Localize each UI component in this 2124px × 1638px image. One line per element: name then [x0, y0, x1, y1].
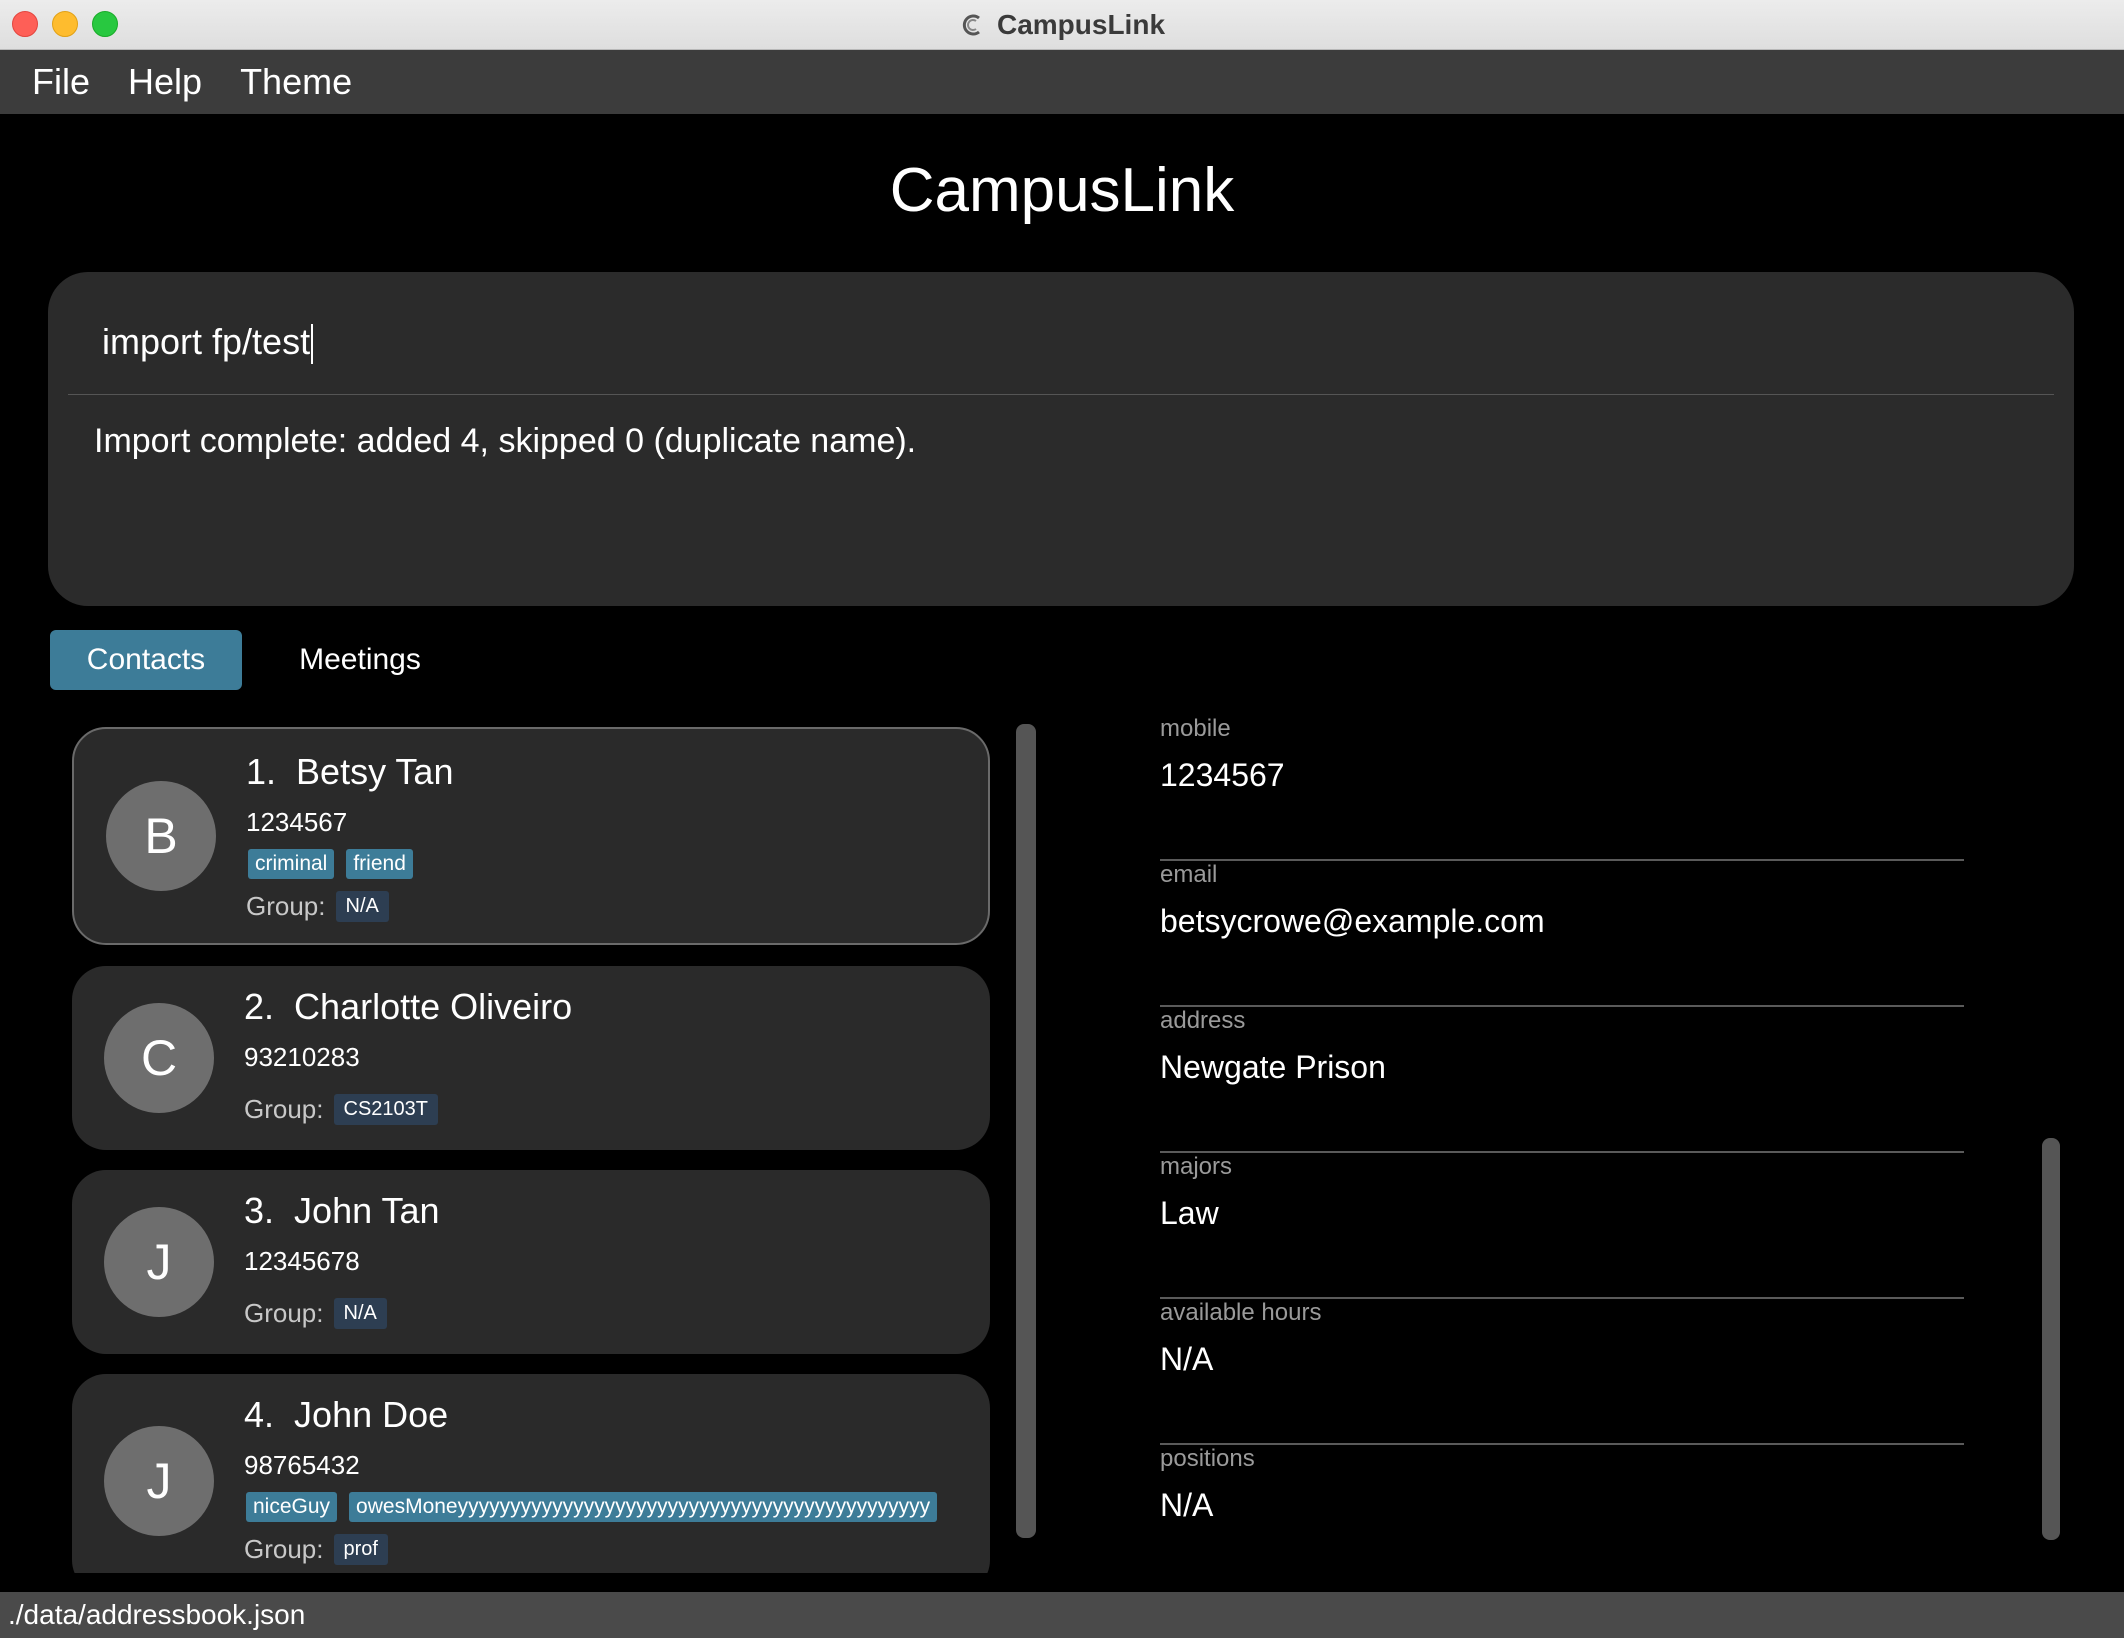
contact-list-scrollbar[interactable] — [1016, 724, 1036, 1538]
group-row: Group: N/A — [244, 1298, 387, 1329]
detail-address: address Newgate Prison — [1160, 1007, 1964, 1153]
avatar: J — [104, 1426, 214, 1536]
group-label: Group: — [244, 1298, 324, 1328]
contact-index: 2. — [244, 986, 275, 1027]
tag: friend — [346, 849, 413, 879]
avatar: C — [104, 1003, 214, 1113]
contact-index: 1. — [246, 751, 277, 792]
command-result: Import complete: added 4, skipped 0 (dup… — [94, 422, 917, 460]
contact-name: 2. Charlotte Oliveiro — [244, 986, 572, 1028]
group-tag: CS2103T — [333, 1094, 438, 1125]
contact-name: 3. John Tan — [244, 1190, 440, 1232]
tab-meetings[interactable]: Meetings — [272, 630, 448, 690]
contact-name-text: John Tan — [294, 1190, 440, 1231]
detail-available-hours: available hours N/A — [1160, 1299, 1964, 1445]
tag: niceGuy — [246, 1492, 338, 1522]
field-label: majors — [1160, 1153, 1233, 1180]
contact-phone: 12345678 — [244, 1246, 360, 1276]
app-heading: CampusLink — [889, 156, 1235, 225]
detail-mobile: mobile 1234567 — [1160, 715, 1964, 861]
contact-phone: 93210283 — [244, 1042, 360, 1072]
field-value: N/A — [1160, 1487, 1214, 1523]
command-panel: import fp/test Import complete: added 4,… — [48, 272, 2074, 606]
data-file-path: ./data/addressbook.json — [8, 1599, 306, 1630]
group-tag: prof — [333, 1534, 388, 1565]
app-logo-icon — [962, 14, 980, 36]
title-bar: CampusLink — [0, 0, 2124, 50]
field-label: available hours — [1160, 1299, 1322, 1326]
detail-positions: positions N/A — [1160, 1445, 1964, 1591]
group-row: Group: prof — [244, 1534, 388, 1565]
field-label: address — [1160, 1007, 1246, 1034]
details-scrollbar[interactable] — [2042, 1138, 2060, 1540]
contact-name-text: John Doe — [294, 1394, 449, 1435]
tag-row: criminal friend — [248, 849, 413, 879]
field-label: email — [1160, 861, 1218, 888]
contact-card[interactable]: B 1. Betsy Tan 1234567 criminal friend G… — [72, 727, 990, 945]
group-label: Group: — [244, 1094, 324, 1124]
group-tag: N/A — [333, 1298, 387, 1329]
detail-email: email betsycrowe@example.com — [1160, 861, 1964, 1007]
contact-name: 1. Betsy Tan — [246, 751, 453, 793]
tag: owesMoneyyyyyyyyyyyyyyyyyyyyyyyyyyyyyyyy… — [349, 1492, 938, 1522]
contact-name-text: Charlotte Oliveiro — [294, 986, 573, 1027]
contact-name: 4. John Doe — [244, 1394, 448, 1436]
field-value: betsycrowe@example.com — [1160, 903, 1545, 939]
window-title-wrap: CampusLink — [0, 0, 2124, 50]
contact-card[interactable]: J 4. John Doe 98765432 niceGuy owesMoney… — [72, 1374, 990, 1573]
window-title: CampusLink — [996, 9, 1166, 40]
detail-majors: majors Law — [1160, 1153, 1964, 1299]
tag-row: niceGuy owesMoneyyyyyyyyyyyyyyyyyyyyyyyy… — [246, 1492, 938, 1522]
avatar: B — [106, 781, 216, 891]
tab-contacts[interactable]: Contacts — [50, 630, 242, 690]
group-label: Group: — [244, 1534, 324, 1564]
field-label: mobile — [1160, 715, 1231, 742]
tag: criminal — [248, 849, 335, 879]
contact-index: 3. — [244, 1190, 275, 1231]
contact-list[interactable]: B 1. Betsy Tan 1234567 criminal friend G… — [70, 725, 990, 1573]
field-value: N/A — [1160, 1341, 1214, 1377]
menu-theme[interactable]: Theme — [240, 61, 352, 103]
field-value: Law — [1160, 1195, 1219, 1231]
command-input[interactable]: import fp/test — [102, 312, 2002, 372]
app-window: CampusLink File Help Theme CampusLink im… — [0, 0, 2124, 1638]
contact-card[interactable]: C 2. Charlotte Oliveiro 93210283 Group: … — [72, 966, 990, 1150]
field-label: positions — [1160, 1445, 1255, 1472]
menu-bar: File Help Theme — [0, 50, 2124, 114]
contact-details: mobile 1234567 email betsycrowe@example.… — [1160, 715, 1964, 1591]
group-label: Group: — [246, 891, 326, 921]
avatar: J — [104, 1207, 214, 1317]
group-row: Group: CS2103T — [244, 1094, 438, 1125]
menu-help[interactable]: Help — [128, 61, 202, 103]
contact-index: 4. — [244, 1394, 275, 1435]
status-bar: ./data/addressbook.json — [0, 1592, 2124, 1638]
contact-phone: 1234567 — [246, 807, 348, 837]
contact-card[interactable]: J 3. John Tan 12345678 Group: N/A — [72, 1170, 990, 1354]
menu-file[interactable]: File — [32, 61, 90, 103]
command-input-text: import fp/test — [102, 321, 311, 362]
text-caret — [311, 324, 314, 365]
contact-phone: 98765432 — [244, 1450, 360, 1480]
field-value: Newgate Prison — [1160, 1049, 1386, 1085]
contact-name-text: Betsy Tan — [296, 751, 454, 792]
group-row: Group: N/A — [246, 891, 389, 922]
command-divider — [68, 394, 2054, 395]
field-value: 1234567 — [1160, 757, 1285, 793]
group-tag: N/A — [335, 891, 389, 922]
